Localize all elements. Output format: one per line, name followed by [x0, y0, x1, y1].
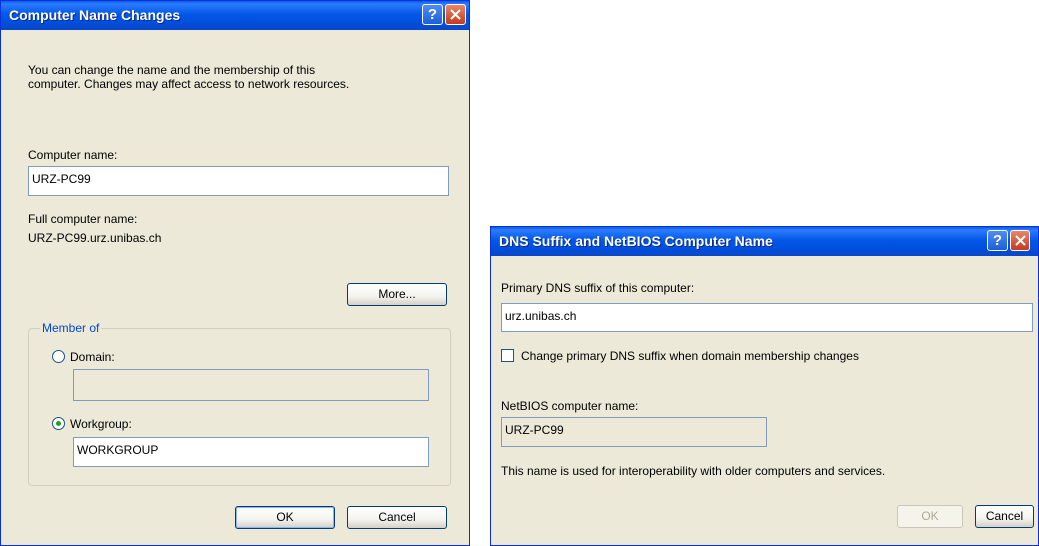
computer-name-label: Computer name: — [28, 148, 118, 162]
workgroup-label: Workgroup: — [70, 417, 132, 431]
domain-label: Domain: — [70, 350, 115, 364]
domain-radio[interactable] — [52, 350, 65, 363]
close-icon[interactable] — [445, 4, 466, 25]
ok-button[interactable]: OK — [897, 505, 963, 528]
more-button[interactable]: More... — [347, 283, 447, 306]
description-line-2: computer. Changes may affect access to n… — [28, 77, 350, 91]
cancel-button[interactable]: Cancel — [975, 505, 1034, 528]
close-icon[interactable] — [1010, 230, 1030, 251]
change-suffix-label: Change primary DNS suffix when domain me… — [521, 349, 859, 363]
domain-input[interactable] — [73, 369, 429, 401]
title-bar[interactable]: DNS Suffix and NetBIOS Computer Name ? — [491, 227, 1038, 256]
dns-suffix-label: Primary DNS suffix of this computer: — [501, 281, 695, 295]
help-icon[interactable]: ? — [987, 230, 1008, 251]
computer-name-input[interactable]: URZ-PC99 — [28, 166, 449, 196]
netbios-input: URZ-PC99 — [501, 417, 767, 447]
computer-name-changes-dialog: Computer Name Changes ? You can change t… — [0, 0, 470, 546]
workgroup-radio-selected-dot — [56, 421, 61, 426]
ok-button[interactable]: OK — [235, 506, 335, 529]
full-computer-name-label: Full computer name: — [28, 212, 138, 226]
change-suffix-checkbox[interactable] — [501, 349, 514, 362]
dialog-title: Computer Name Changes — [9, 7, 181, 23]
cancel-button[interactable]: Cancel — [347, 506, 447, 529]
full-computer-name-value: URZ-PC99.urz.unibas.ch — [28, 231, 162, 245]
title-bar[interactable]: Computer Name Changes ? — [1, 1, 469, 30]
netbios-label: NetBIOS computer name: — [501, 399, 639, 413]
workgroup-radio[interactable] — [52, 417, 65, 430]
workgroup-input[interactable]: WORKGROUP — [73, 437, 429, 467]
dns-suffix-dialog: DNS Suffix and NetBIOS Computer Name ? P… — [490, 226, 1039, 546]
member-of-label: Member of — [40, 321, 102, 335]
netbios-info-text: This name is used for interoperability w… — [501, 464, 886, 478]
description-line-1: You can change the name and the membersh… — [28, 63, 316, 77]
dialog-title: DNS Suffix and NetBIOS Computer Name — [499, 233, 773, 249]
dns-suffix-input[interactable]: urz.unibas.ch — [501, 303, 1033, 332]
help-icon[interactable]: ? — [422, 4, 443, 25]
